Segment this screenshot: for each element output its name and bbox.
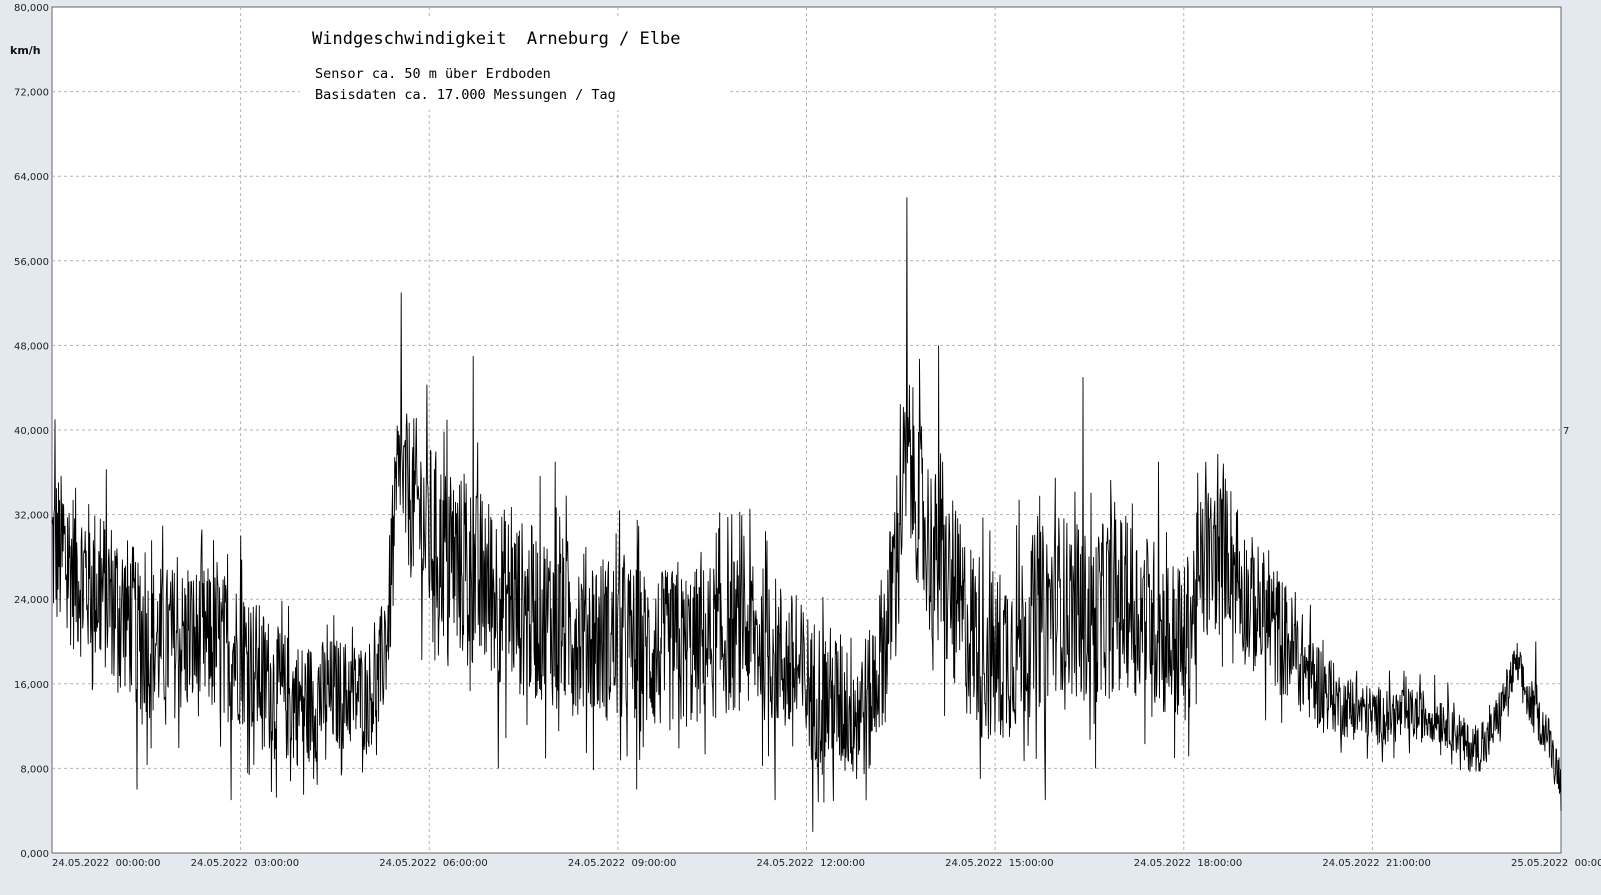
y-tick-label-2: 16,000 — [14, 680, 49, 691]
chart-canvas: 0,000 8,000 16,000 24,000 32,000 40,000 48,000… — [10, 3, 1601, 869]
wind-speed-chart: 0,000 8,000 16,000 24,000 32,000 40,000 48,000… — [0, 0, 1601, 895]
x-tick-label-8: 25.05.2022 00:00:00 — [1511, 858, 1601, 869]
y-tick-label-4: 32,000 — [14, 511, 49, 522]
x-tick-label-6: 24.05.2022 18:00:00 — [1134, 858, 1243, 869]
x-tick-label-3: 24.05.2022 09:00:00 — [568, 858, 677, 869]
chart-subtitle-2: Basisdaten ca. 17.000 Messungen / Tag — [315, 87, 616, 103]
y-axis-label: km/h — [10, 44, 41, 57]
chart-title: Windgeschwindigkeit Arneburg / Elbe — [312, 29, 680, 49]
y-tick-label-7: 56,000 — [14, 257, 49, 268]
y-tick-label-6: 48,000 — [14, 341, 49, 352]
x-tick-label-5: 24.05.2022 15:00:00 — [945, 858, 1054, 869]
x-tick-label-0: 24.05.2022 00:00:00 — [52, 858, 161, 869]
y-tick-label-8: 64,000 — [14, 172, 49, 183]
y-tick-label-9: 72,000 — [14, 88, 49, 99]
y-tick-label-0: 0,000 — [20, 849, 49, 860]
y-tick-label-5: 40,000 — [14, 426, 49, 437]
y-tick-label-10: 80,000 — [14, 3, 49, 14]
chart-subtitle-1: Sensor ca. 50 m über Erdboden — [315, 66, 551, 82]
x-tick-label-4: 24.05.2022 12:00:00 — [757, 858, 866, 869]
x-tick-label-7: 24.05.2022 21:00:00 — [1322, 858, 1431, 869]
y-tick-label-3: 24,000 — [14, 595, 49, 606]
x-tick-label-2: 24.05.2022 06:00:00 — [379, 858, 488, 869]
right-edge-label: 7 — [1563, 426, 1569, 437]
y-tick-label-1: 8,000 — [20, 764, 49, 775]
x-tick-label-1: 24.05.2022 03:00:00 — [191, 858, 300, 869]
y-axis-ticks: 0,000 8,000 16,000 24,000 32,000 40,000 48,000… — [14, 3, 49, 860]
x-axis-ticks: 24.05.2022 00:00:00 24.05.2022 03:00:00 24… — [52, 858, 1601, 869]
